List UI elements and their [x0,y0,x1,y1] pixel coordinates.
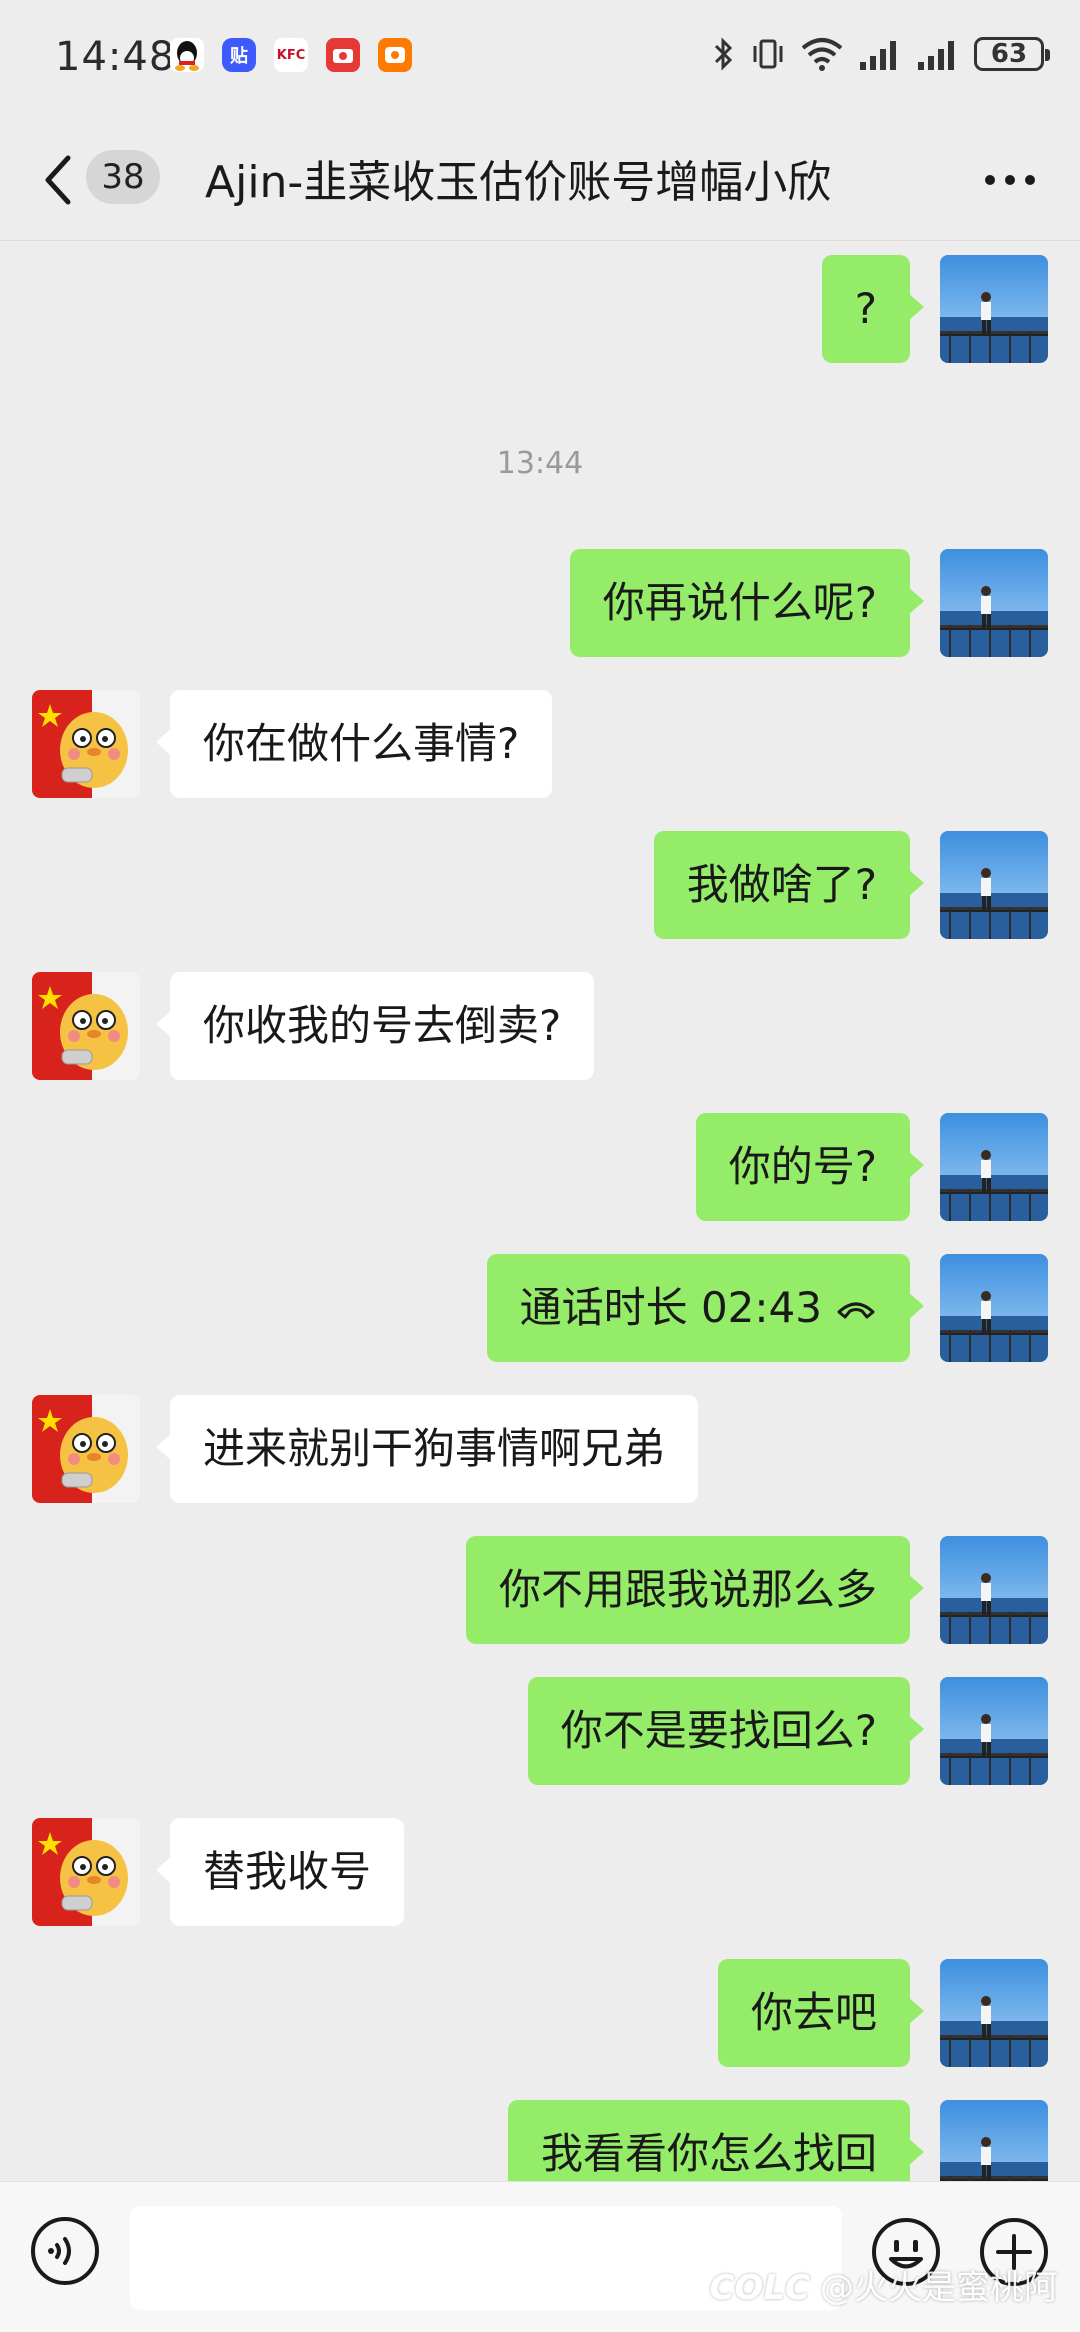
message-row-incoming: 替我收号 [0,1818,1080,1928]
wifi-icon [801,38,843,71]
message-row-outgoing: 你再说什么呢? [0,549,1080,659]
message-bubble[interactable]: ? [821,255,925,363]
message-bubble[interactable]: 你在做什么事情? [155,690,553,798]
avatar[interactable] [940,1959,1048,2067]
notification-icons: 贴 KFC [170,38,412,72]
message-bubble[interactable]: 替我收号 [155,1818,405,1926]
input-bar [0,2181,1080,2332]
avatar[interactable] [940,255,1048,363]
status-time: 14:48 [55,34,176,80]
voice-input-icon[interactable] [30,2216,100,2286]
signal-icon [918,41,954,70]
avatar[interactable] [32,690,140,798]
tieba-icon: 贴 [222,38,256,72]
back-arrow-icon[interactable] [38,150,78,210]
message-row-incoming: 你在做什么事情? [0,690,1080,800]
message-bubble[interactable]: 你去吧 [717,1959,925,2067]
message-bubble[interactable]: 你收我的号去倒卖? [155,972,595,1080]
watermark: COLC @火火是蜜桃阿 [709,2268,1058,2308]
chat-header: 38 Ajin-韭菜收玉估价账号增幅小欣 [0,120,1080,241]
message-bubble[interactable]: 你的号? [695,1113,925,1221]
avatar[interactable] [32,972,140,1080]
message-bubble[interactable]: 你再说什么呢? [569,549,925,657]
message-row-outgoing: 通话时长 02:43 [0,1254,1080,1364]
message-bubble[interactable]: 进来就别干狗事情啊兄弟 [155,1395,699,1503]
message-row-outgoing: 我做啥了? [0,831,1080,941]
message-row-incoming: 进来就别干狗事情啊兄弟 [0,1395,1080,1505]
battery-indicator: 63 [974,37,1050,71]
signal-icon [860,41,896,70]
vibrate-icon [753,39,783,69]
message-row-outgoing: 你去吧 [0,1959,1080,2069]
message-timestamp: 13:44 [496,446,584,481]
message-row-incoming: 你收我的号去倒卖? [0,972,1080,1082]
phone-hangup-icon [837,1302,875,1319]
avatar[interactable] [940,1254,1048,1362]
message-list[interactable]: ? 13:44 你再说什么呢? 你在做什么事情? 我做啥了? 你收我的号去倒卖?… [0,241,1080,2181]
message-bubble[interactable]: 你不用跟我说那么多 [465,1536,925,1644]
status-bar: 14:48 贴 KFC 63 [0,0,1080,120]
qq-icon [170,38,204,72]
avatar[interactable] [940,2100,1048,2181]
orange-app-icon [378,38,412,72]
message-row-outgoing: 你不是要找回么? [0,1677,1080,1787]
message-row-outgoing: 你的号? [0,1113,1080,1223]
food-delivery-icon [326,38,360,72]
system-icons: 63 [712,36,1050,72]
more-options-icon[interactable] [980,160,1040,200]
message-bubble[interactable]: 我看看你怎么找回 [507,2100,925,2181]
message-bubble[interactable]: 我做啥了? [653,831,925,939]
avatar[interactable] [32,1818,140,1926]
avatar[interactable] [940,831,1048,939]
avatar[interactable] [940,1677,1048,1785]
chat-title: Ajin-韭菜收玉估价账号增幅小欣 [205,157,832,208]
bluetooth-icon [714,37,733,71]
call-duration-bubble[interactable]: 通话时长 02:43 [486,1254,925,1362]
unread-count-badge[interactable]: 38 [86,150,160,204]
message-row-outgoing: 我看看你怎么找回 [0,2100,1080,2181]
message-row-outgoing: 你不用跟我说那么多 [0,1536,1080,1646]
avatar[interactable] [940,1536,1048,1644]
avatar[interactable] [940,549,1048,657]
message-row-outgoing: ? [0,255,1080,365]
call-duration-text: 通话时长 02:43 [519,1283,822,1332]
kfc-icon: KFC [274,38,308,72]
avatar[interactable] [32,1395,140,1503]
avatar[interactable] [940,1113,1048,1221]
message-bubble[interactable]: 你不是要找回么? [527,1677,925,1785]
watermark-logo: COLC [709,2268,810,2308]
